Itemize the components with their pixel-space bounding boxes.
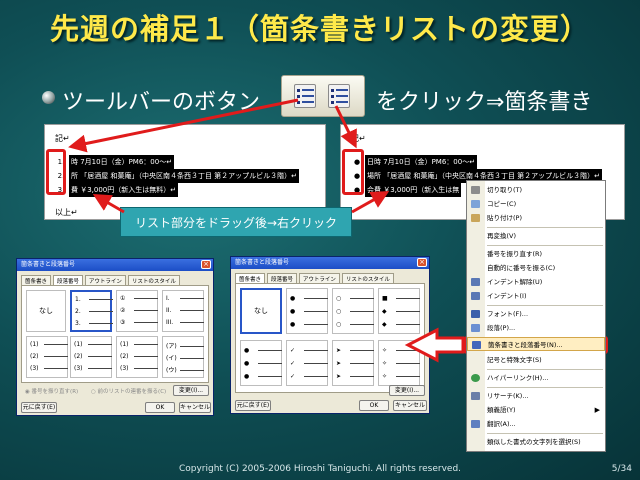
dialog-title: 箇条書きと段落番号 xyxy=(21,261,76,268)
numbering-option[interactable]: 1. 2. 3. xyxy=(70,290,113,332)
bullet-dot-icon xyxy=(42,91,55,104)
menu-item-symbols[interactable]: 記号と特殊文字(S) xyxy=(467,353,605,367)
list-item[interactable]: ● 日時 7月10日（金）PM6：00～↵ xyxy=(349,155,602,169)
bullets-numbering-dialog-numbered: 箇条書きと段落番号 × 箇条書き 段落番号 アウトライン リストのスタイル なし … xyxy=(16,258,214,416)
bullet-option[interactable]: ● ● ● xyxy=(286,288,328,334)
submenu-arrow-icon: ▶ xyxy=(594,406,600,414)
list-item[interactable]: 3. 費 ￥3,000円（新入生は無料）↵ xyxy=(53,183,299,197)
cancel-button[interactable]: キャンセル xyxy=(393,400,427,411)
close-icon[interactable]: × xyxy=(417,258,427,267)
menu-item-copy[interactable]: コピー(C) xyxy=(467,197,605,211)
numbering-option[interactable]: (ア) (イ) (ウ) xyxy=(162,336,204,378)
context-menu: 切り取り(T) コピー(C) 貼り付け(P) 再変換(V) 番号を振り直す(R)… xyxy=(466,180,606,452)
bullets-numbering-dialog-bulleted: 箇条書きと段落番号 × 箇条書き 段落番号 アウトライン リストのスタイル なし … xyxy=(230,256,430,414)
numbering-button-icon[interactable] xyxy=(294,84,316,108)
close-icon[interactable]: × xyxy=(201,260,211,269)
highlight-numbers-box xyxy=(46,149,66,195)
numbering-option[interactable]: (1) (2) (3) xyxy=(26,336,68,378)
bullet-text-a: ツールバーのボタン xyxy=(62,90,261,115)
menu-item-indent[interactable]: インデント(I) xyxy=(467,289,605,303)
restart-numbering-radio[interactable]: ◉ 番号を振り直す(R) xyxy=(25,387,78,395)
copyright-footer: Copyright (C) 2005-2006 Hiroshi Taniguch… xyxy=(178,464,462,474)
bullet-option[interactable]: ● ● ● xyxy=(240,340,282,386)
menu-item-outdent[interactable]: インデント解除(U) xyxy=(467,275,605,289)
menu-item-font[interactable]: フォント(F)... xyxy=(467,307,605,321)
document-numbered: 記↵ 1. 時 7月10日（金）PM6：00～↵ 2. 所 「居酒屋 和菓庵」（中央… xyxy=(44,124,326,220)
menu-item-auto-numbering[interactable]: 自動的に番号を振る(C) xyxy=(467,261,605,275)
page-number: 5/34 xyxy=(611,464,632,474)
menu-item-bullets-numbering[interactable]: 箇条書きと段落番号(N)... xyxy=(467,337,605,351)
bullets-icon xyxy=(472,341,481,349)
doc-ki-label: 記↵ xyxy=(351,134,366,143)
font-icon xyxy=(471,310,480,318)
research-icon xyxy=(471,392,480,400)
bullet-option[interactable]: ➤ ➤ ➤ xyxy=(332,340,374,386)
bullets-button-icon[interactable] xyxy=(328,84,350,108)
numbering-option[interactable]: I. II. III. xyxy=(162,290,204,332)
menu-item-paragraph[interactable]: 段落(P)... xyxy=(467,321,605,335)
hyperlink-icon xyxy=(471,374,480,382)
menu-item-translate[interactable]: 翻訳(A)... xyxy=(467,417,605,431)
menu-item-select-similar[interactable]: 類似した書式の文字列を選択(S) xyxy=(467,435,605,449)
toolbar-buttons xyxy=(281,75,365,117)
numbering-option[interactable]: (1) (2) (3) xyxy=(116,336,158,378)
menu-item-cut[interactable]: 切り取り(T) xyxy=(467,183,605,197)
slide: 先週の補足１（箇条書きリストの変更） ツールバーのボタン をクリック⇒箇条書き … xyxy=(0,0,640,480)
bullet-option[interactable]: ■ ◆ ◆ xyxy=(378,288,420,334)
bullet-text-b: をクリック⇒箇条書き xyxy=(376,90,593,115)
doc-ki-label: 記↵ xyxy=(55,134,70,143)
copy-icon xyxy=(471,200,480,208)
bullet-option[interactable]: ○ ○ ○ xyxy=(332,288,374,334)
dialog-title: 箇条書きと段落番号 xyxy=(235,259,290,266)
callout-box: リスト部分をドラッグ後→右クリック xyxy=(120,207,352,237)
indent-icon xyxy=(471,292,480,300)
change-button[interactable]: 変更(I)... xyxy=(389,385,425,396)
continue-numbering-radio[interactable]: ○ 前のリストの連番を振る(C) xyxy=(91,387,166,395)
scissors-icon xyxy=(471,186,480,194)
list-item[interactable]: 1. 時 7月10日（金）PM6：00～↵ xyxy=(53,155,299,169)
menu-item-restart-numbering[interactable]: 番号を振り直す(R) xyxy=(467,247,605,261)
cancel-button[interactable]: キャンセル xyxy=(179,402,211,413)
paste-icon xyxy=(471,214,480,222)
menu-item-hyperlink[interactable]: ハイパーリンク(H)... xyxy=(467,371,605,385)
reset-button[interactable]: 元に戻す(E) xyxy=(21,402,57,413)
slide-title: 先週の補足１（箇条書きリストの変更） xyxy=(49,12,590,46)
list-item[interactable]: 2. 所 「居酒屋 和菓庵」（中央区南４条西３丁目 第２アップルビル３階）↵ xyxy=(53,169,300,183)
bullet-option-none[interactable]: なし xyxy=(240,288,282,334)
change-button[interactable]: 変更(I)... xyxy=(173,385,209,396)
menu-item-paste[interactable]: 貼り付け(P) xyxy=(467,211,605,225)
numbering-option[interactable]: ① ② ③ xyxy=(116,290,158,332)
ok-button[interactable]: OK xyxy=(145,402,175,413)
bullet-option[interactable]: ✓ ✓ ✓ xyxy=(286,340,328,386)
reset-button[interactable]: 元に戻す(E) xyxy=(235,400,271,411)
highlight-bullets-box xyxy=(342,149,364,195)
menu-item-reconvert[interactable]: 再変換(V) xyxy=(467,229,605,243)
translate-icon xyxy=(471,420,480,428)
numbering-option[interactable]: (1) (2) (3) xyxy=(70,336,112,378)
menu-item-synonyms[interactable]: 類義語(Y) ▶ xyxy=(467,403,605,417)
paragraph-icon xyxy=(471,324,480,332)
doc-ijo-label: 以上↵ xyxy=(55,208,78,217)
ok-button[interactable]: OK xyxy=(359,400,389,411)
numbering-option-none[interactable]: なし xyxy=(26,290,66,332)
outdent-icon xyxy=(471,278,480,286)
bullet-option[interactable]: ✧ ✧ ✧ xyxy=(378,340,420,386)
menu-item-research[interactable]: リサーチ(K)... xyxy=(467,389,605,403)
